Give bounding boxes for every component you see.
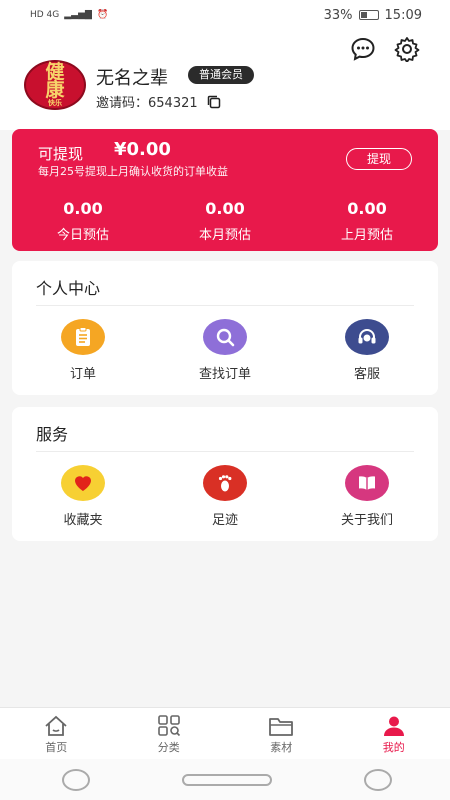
- footprint-icon: [203, 465, 247, 501]
- battery-percent: 33%: [323, 7, 353, 23]
- nav-home[interactable]: 首页: [0, 708, 113, 759]
- chat-bubble-icon[interactable]: [350, 36, 376, 62]
- invite-code-text: 邀请码：654321: [96, 96, 198, 111]
- panel-title: 服务: [36, 425, 69, 444]
- clipboard-icon: [61, 319, 105, 355]
- stat-value: 0.00: [205, 199, 245, 218]
- book-icon: [345, 465, 389, 501]
- member-badge: 普通会员: [188, 66, 254, 84]
- avatar[interactable]: 健 康 快乐: [24, 60, 86, 110]
- header-actions: [350, 36, 420, 62]
- services-items: 收藏夹 足迹 关于我们: [12, 465, 438, 528]
- status-left-icons: HD 4G ▂▃▅▇ ⏰: [30, 10, 108, 20]
- stat-label: 上月预估: [340, 228, 393, 243]
- withdraw-button[interactable]: 提现: [346, 148, 412, 170]
- withdrawable-amount: ¥0.00: [114, 139, 171, 160]
- stat-this-month[interactable]: 0.00 本月预估: [154, 199, 296, 243]
- divider: [36, 451, 414, 452]
- orders-item[interactable]: 订单: [12, 319, 154, 382]
- clock: 15:09: [384, 7, 422, 23]
- alarm-icon: ⏰: [96, 10, 109, 20]
- nav-label: 首页: [45, 741, 68, 754]
- home-pill[interactable]: [182, 773, 272, 786]
- item-label: 足迹: [211, 513, 238, 528]
- earnings-card: 可提现 ¥0.00 每月25号提现上月确认收货的订单收益 提现 0.00 今日预…: [12, 129, 438, 251]
- item-label: 订单: [69, 367, 96, 382]
- stat-last-month[interactable]: 0.00 上月预估: [296, 199, 438, 243]
- customer-service-item[interactable]: 客服: [296, 319, 438, 382]
- nav-materials[interactable]: 素材: [225, 708, 338, 759]
- heart-icon: [61, 465, 105, 501]
- search-icon: [203, 319, 247, 355]
- person-icon: [383, 716, 404, 736]
- item-label: 关于我们: [340, 513, 393, 528]
- stat-value: 0.00: [347, 199, 387, 218]
- copy-icon[interactable]: [206, 94, 222, 110]
- personal-center-items: 订单 查找订单 客服: [12, 319, 438, 382]
- grid-icon: [157, 715, 180, 737]
- invite-code: 邀请码：654321: [96, 92, 222, 111]
- item-label: 查找订单: [198, 367, 251, 382]
- nav-category[interactable]: 分类: [113, 708, 226, 759]
- services-panel: 服务 收藏夹 足迹 关于我们: [12, 407, 438, 541]
- headset-icon: [345, 319, 389, 355]
- item-label: 收藏夹: [63, 513, 103, 528]
- battery-icon: [358, 10, 379, 20]
- profile-header: 健 康 快乐 无名之辈 普通会员 邀请码：654321: [0, 30, 450, 130]
- nav-label: 素材: [270, 741, 293, 754]
- divider: [36, 305, 414, 306]
- folder-icon: [269, 718, 294, 736]
- home-icon: [45, 715, 67, 736]
- status-bar: HD 4G ▂▃▅▇ ⏰ 33% 15:09: [0, 0, 450, 30]
- assistant-eye-icon[interactable]: [364, 768, 392, 791]
- nav-mine[interactable]: 我的: [338, 708, 450, 759]
- personal-center-panel: 个人中心 订单 查找订单 客服: [12, 261, 438, 395]
- back-button[interactable]: [62, 768, 90, 791]
- panel-title: 个人中心: [36, 279, 101, 298]
- stat-label: 今日预估: [56, 228, 109, 243]
- about-us-item[interactable]: 关于我们: [296, 465, 438, 528]
- earnings-stats: 0.00 今日预估 0.00 本月预估 0.00 上月预估: [12, 199, 438, 243]
- nav-label: 分类: [157, 741, 180, 754]
- withdraw-note: 每月25号提现上月确认收货的订单收益: [38, 165, 228, 178]
- gear-icon[interactable]: [394, 36, 420, 62]
- avatar-caption: 快乐: [48, 98, 62, 107]
- system-nav-bar: [0, 759, 450, 800]
- stat-label: 本月预估: [198, 228, 251, 243]
- status-right: 33% 15:09: [324, 8, 422, 23]
- stat-value: 0.00: [63, 199, 103, 218]
- stat-today[interactable]: 0.00 今日预估: [12, 199, 154, 243]
- username: 无名之辈: [96, 68, 168, 89]
- bottom-nav: 首页 分类 素材 我的: [0, 707, 450, 759]
- avatar-char-2: 康: [45, 79, 65, 101]
- footprint-item[interactable]: 足迹: [154, 465, 296, 528]
- find-order-item[interactable]: 查找订单: [154, 319, 296, 382]
- signal-icon: ▂▃▅▇: [64, 10, 92, 20]
- network-indicator: HD 4G: [30, 10, 60, 20]
- withdrawable-label: 可提现: [38, 145, 84, 163]
- favorites-item[interactable]: 收藏夹: [12, 465, 154, 528]
- nav-label: 我的: [382, 741, 405, 754]
- item-label: 客服: [353, 367, 380, 382]
